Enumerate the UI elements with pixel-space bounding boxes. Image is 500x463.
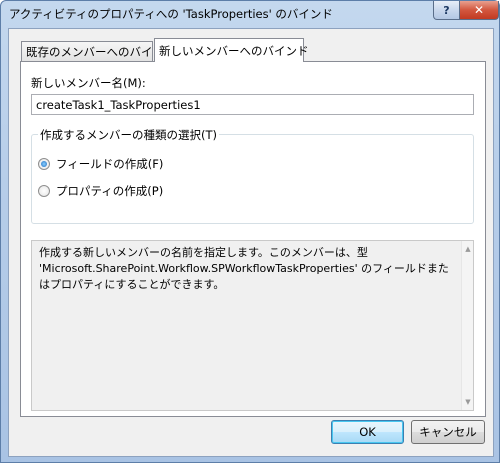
- tab-bind-new-member[interactable]: 新しいメンバーへのバインド: [154, 38, 309, 62]
- create-property-radio[interactable]: [38, 185, 50, 197]
- member-name-label: 新しいメンバー名(M):: [31, 76, 146, 90]
- scroll-down-icon[interactable]: ▼: [462, 396, 474, 408]
- description-text: 作成する新しいメンバーの名前を指定します。このメンバーは、型 'Microsof…: [39, 246, 449, 291]
- description-box: 作成する新しいメンバーの名前を指定します。このメンバーは、型 'Microsof…: [31, 240, 474, 411]
- dialog-client-area: 既存のメンバーへのバインド 新しいメンバーへのバインド 新しいメンバー名(M):…: [8, 28, 494, 457]
- create-property-label: プロパティの作成(P): [56, 184, 164, 198]
- create-field-label: フィールドの作成(F): [56, 157, 164, 171]
- create-field-option[interactable]: フィールドの作成(F): [38, 156, 163, 172]
- tab-label: 新しいメンバーへのバインド: [159, 43, 309, 58]
- dialog-window: アクティビティのプロパティへの 'TaskProperties' のバインド ?…: [0, 0, 500, 463]
- description-scrollbar[interactable]: ▲ ▼: [461, 241, 473, 410]
- help-icon: ?: [443, 3, 450, 17]
- close-icon: ✕: [473, 3, 485, 17]
- tab-bind-existing-member[interactable]: 既存のメンバーへのバインド: [21, 41, 176, 61]
- member-name-input[interactable]: [31, 94, 474, 115]
- member-type-group-label: 作成するメンバーの種類の選択(T): [38, 127, 219, 143]
- member-type-group: 作成するメンバーの種類の選択(T) フィールドの作成(F) プロパティの作成(P…: [31, 127, 474, 224]
- create-field-radio[interactable]: [38, 158, 50, 170]
- scroll-up-icon[interactable]: ▲: [462, 243, 474, 255]
- help-button[interactable]: ?: [433, 1, 460, 20]
- close-button[interactable]: ✕: [459, 1, 499, 20]
- ok-button[interactable]: OK: [331, 420, 404, 444]
- cancel-button[interactable]: キャンセル: [411, 420, 485, 444]
- tab-panel-new-member: 新しいメンバー名(M): 作成するメンバーの種類の選択(T) フィールドの作成(…: [20, 61, 486, 417]
- create-property-option[interactable]: プロパティの作成(P): [38, 183, 163, 199]
- window-title: アクティビティのプロパティへの 'TaskProperties' のバインド: [9, 7, 333, 21]
